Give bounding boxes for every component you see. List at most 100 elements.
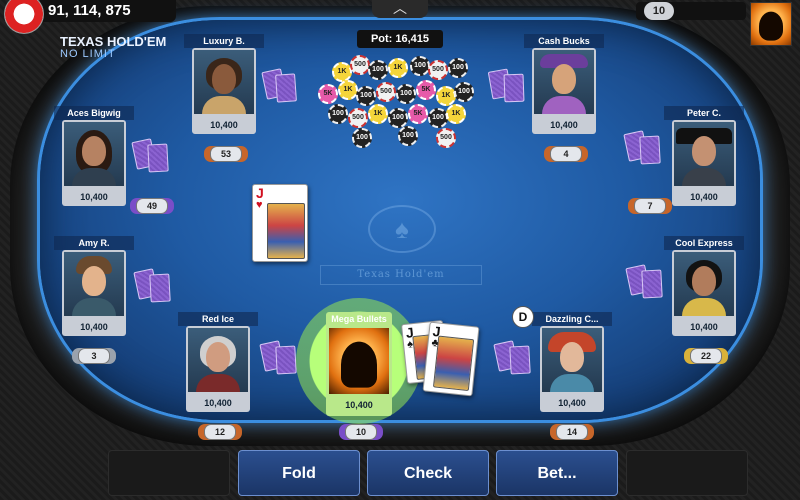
jack-face-icon (432, 335, 475, 392)
poker-chip-icon: 100 (410, 56, 430, 76)
poker-chip-icon: 500 (428, 60, 448, 80)
game-screen: ♠ Texas Hold'em 91, 114, 875 TEXAS HOLD'… (0, 0, 800, 500)
seat-peter-c[interactable]: Peter C. 10,400 (664, 106, 744, 216)
player-name: Dazzling C... (532, 312, 612, 326)
chip-stack: 10,400 (550, 120, 578, 130)
chip-stack: 10,400 (80, 322, 108, 332)
poker-chip-icon: 1K (332, 62, 352, 82)
poker-chip-icon: 500 (376, 82, 396, 102)
poker-chip-icon: 1K (338, 80, 358, 100)
poker-chip-icon: 1K (446, 104, 466, 124)
card-back-icon (149, 273, 171, 303)
poker-chip-icon: 100 (454, 82, 474, 102)
level-badge: 12 (204, 424, 236, 440)
hero-avatar (329, 328, 389, 394)
chip-icon[interactable] (4, 0, 44, 34)
level-badge: 10 (345, 424, 377, 440)
poker-chip-icon: 100 (398, 126, 418, 146)
chip-stack: 10,400 (210, 120, 238, 130)
level-badge: 4 (550, 146, 582, 162)
seat-aces-bigwig[interactable]: Aces Bigwig 10,400 (54, 106, 134, 216)
chip-stack: 10,400 (345, 400, 373, 410)
poker-chip-icon: 1K (436, 86, 456, 106)
community-card: J ♥ (252, 184, 308, 262)
avatar (64, 252, 124, 316)
level-badge: 14 (556, 424, 588, 440)
poker-chip-icon: 100 (352, 128, 372, 148)
card-back-icon (147, 143, 169, 173)
avatar (674, 122, 734, 186)
card-rank: J (256, 185, 264, 201)
poker-chip-icon: 100 (368, 60, 388, 80)
poker-chip-icon: 100 (396, 84, 416, 104)
game-subtitle: NO LIMIT (60, 48, 116, 60)
poker-chip-icon: 100 (356, 86, 376, 106)
player-name: Mega Bullets (331, 314, 387, 324)
empty-action-slot (108, 450, 230, 496)
chip-balance: 91, 114, 875 (40, 0, 176, 22)
poker-chip-icon: 5K (408, 104, 428, 124)
chip-stack: 10,400 (204, 398, 232, 408)
poker-chip-icon: 500 (350, 55, 370, 75)
level-badge: 53 (210, 146, 242, 162)
seat-dazzling-c[interactable]: Dazzling C... 10,400 (532, 312, 612, 422)
level-badge: 3 (78, 348, 110, 364)
player-name: Red Ice (178, 312, 258, 326)
card-back-icon (509, 345, 531, 375)
pot-label: Pot: 16,415 (357, 30, 443, 48)
player-name: Cash Bucks (524, 34, 604, 48)
card-back-icon (275, 73, 297, 103)
player-name: Amy R. (54, 236, 134, 250)
card-back-icon (641, 269, 663, 299)
action-bar: Fold Check Bet... (0, 446, 800, 500)
game-title: TEXAS HOLD'EM (60, 34, 167, 49)
poker-chip-icon: 500 (436, 128, 456, 148)
level-badge: 7 (634, 198, 666, 214)
player-name: Cool Express (664, 236, 744, 250)
seat-red-ice[interactable]: Red Ice 10,400 (178, 312, 258, 422)
avatar (188, 328, 248, 392)
poker-chip-icon: 5K (416, 80, 436, 100)
avatar (674, 252, 734, 316)
felt-title: Texas Hold'em (320, 265, 482, 285)
empty-action-slot (626, 450, 748, 496)
poker-chip-icon: 100 (328, 104, 348, 124)
player-name: Luxury B. (184, 34, 264, 48)
dealer-button: D (512, 306, 534, 328)
avatar (542, 328, 602, 392)
hole-card: J ♣ (422, 321, 480, 397)
chip-stack: 10,400 (690, 322, 718, 332)
poker-chip-icon: 500 (348, 108, 368, 128)
card-back-icon (503, 73, 525, 103)
level-badge: 22 (690, 348, 722, 364)
player-name: Aces Bigwig (54, 106, 134, 120)
chip-stack: 10,400 (690, 192, 718, 202)
avatar (64, 122, 124, 186)
chip-stack: 10,400 (80, 192, 108, 202)
check-button[interactable]: Check (367, 450, 489, 496)
poker-chip-icon: 5K (318, 84, 338, 104)
poker-chip-icon: 100 (428, 108, 448, 128)
player-name: Peter C. (664, 106, 744, 120)
seat-amy-r[interactable]: Amy R. 10,400 (54, 236, 134, 346)
level-badge: 49 (136, 198, 168, 214)
hero-seat[interactable]: Mega Bullets 10,400 (326, 312, 392, 416)
seat-cool-express[interactable]: Cool Express 10,400 (664, 236, 744, 346)
poker-chip-icon: 100 (388, 108, 408, 128)
poker-chip-icon: 1K (368, 104, 388, 124)
spade-logo-icon: ♠ (368, 205, 436, 253)
avatar (534, 50, 594, 114)
profile-avatar[interactable] (750, 2, 792, 46)
card-suit: ♥ (256, 199, 263, 211)
seat-cash-bucks[interactable]: Cash Bucks 10,400 (524, 34, 604, 144)
seat-luxury-b[interactable]: Luxury B. 10,400 (184, 34, 264, 144)
fold-button[interactable]: Fold (238, 450, 360, 496)
jack-face-icon (267, 203, 305, 259)
player-level-badge: 10 (644, 2, 674, 20)
bet-button[interactable]: Bet... (496, 450, 618, 496)
poker-chip-icon: 100 (448, 58, 468, 78)
silhouette-icon (759, 11, 783, 42)
poker-chip-icon: 1K (388, 58, 408, 78)
card-back-icon (275, 345, 297, 375)
menu-tab-button[interactable]: ︿ (372, 0, 428, 18)
